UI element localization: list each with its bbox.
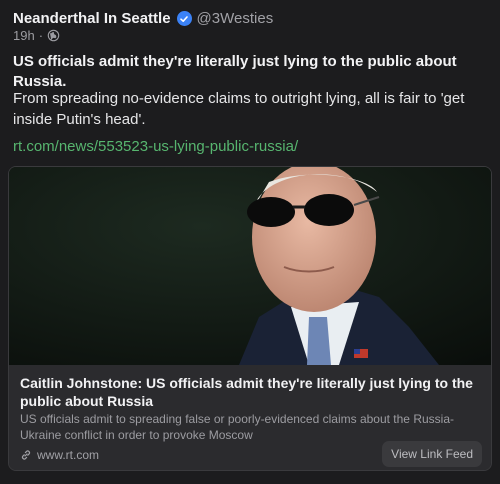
globe-icon: [47, 29, 60, 42]
link-icon: [21, 450, 31, 460]
post: Neanderthal In Seattle @3Westies 19h · U…: [0, 0, 500, 484]
preview-domain-label: www.rt.com: [37, 448, 100, 462]
view-link-feed-button[interactable]: View Link Feed: [382, 441, 482, 467]
link-preview-card[interactable]: Caitlin Johnstone: US officials admit th…: [8, 166, 492, 471]
preview-domain[interactable]: www.rt.com: [20, 448, 99, 462]
meta-separator: ·: [38, 28, 44, 43]
preview-body: Caitlin Johnstone: US officials admit th…: [9, 365, 491, 470]
preview-photo: [9, 167, 491, 365]
preview-description: US officials admit to spreading false or…: [20, 412, 454, 442]
post-link[interactable]: rt.com/news/553523-us-lying-public-russi…: [13, 136, 298, 157]
author-name[interactable]: Neanderthal In Seattle: [13, 10, 171, 27]
post-body: From spreading no-evidence claims to out…: [13, 90, 465, 128]
post-headline: US officials admit they're literally jus…: [13, 53, 457, 90]
post-meta: 19h ·: [13, 28, 60, 43]
verified-badge-icon: [176, 11, 192, 26]
preview-title[interactable]: Caitlin Johnstone: US officials admit th…: [20, 374, 480, 410]
author-handle[interactable]: @3Westies: [197, 10, 274, 27]
preview-image[interactable]: [9, 167, 491, 365]
post-time[interactable]: 19h: [13, 28, 35, 43]
post-header: Neanderthal In Seattle @3Westies: [13, 10, 273, 27]
